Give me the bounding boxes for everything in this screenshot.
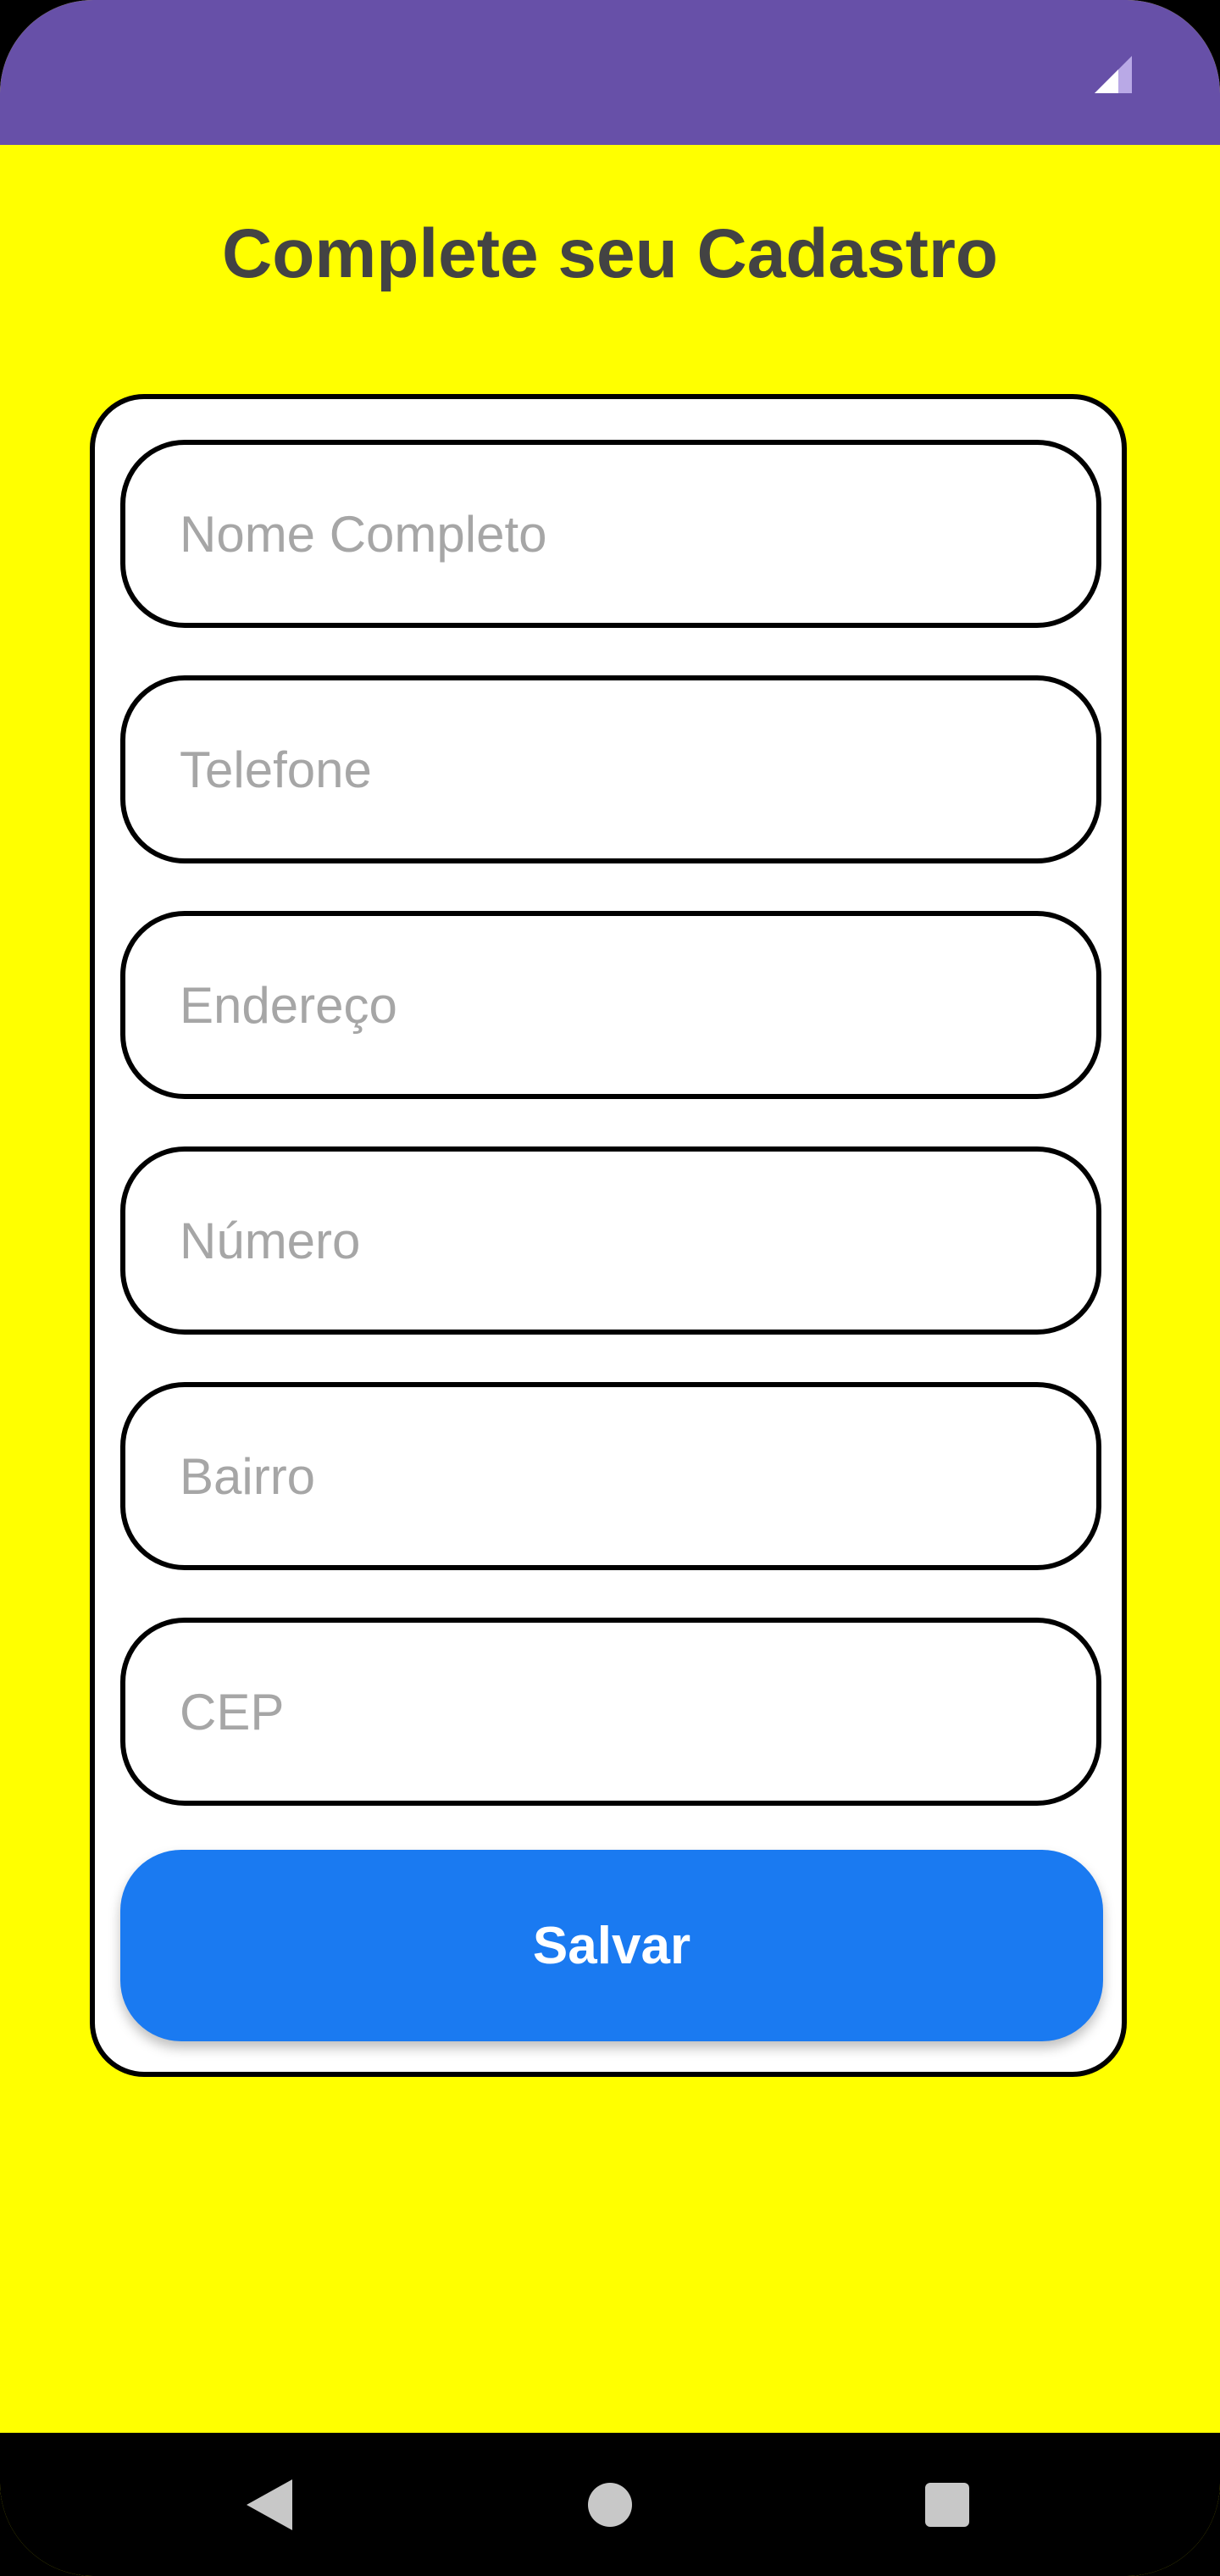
number-input[interactable] xyxy=(180,1211,1096,1270)
neighborhood-input[interactable] xyxy=(180,1446,1096,1506)
back-icon xyxy=(247,2479,292,2530)
phone-screen: Complete seu Cadastro Salvar xyxy=(0,0,1220,2576)
full-name-field[interactable] xyxy=(120,440,1101,628)
full-name-input[interactable] xyxy=(180,504,1096,564)
recents-icon xyxy=(925,2482,969,2527)
zip-code-field[interactable] xyxy=(120,1618,1101,1806)
home-button[interactable] xyxy=(525,2433,695,2576)
navigation-bar xyxy=(0,2433,1220,2576)
status-bar xyxy=(0,0,1220,145)
home-icon xyxy=(588,2482,632,2527)
recents-button[interactable] xyxy=(862,2433,1032,2576)
page-title: Complete seu Cadastro xyxy=(222,215,998,292)
save-button[interactable]: Salvar xyxy=(120,1850,1103,2041)
phone-field[interactable] xyxy=(120,675,1101,863)
neighborhood-field[interactable] xyxy=(120,1382,1101,1570)
phone-input[interactable] xyxy=(180,740,1096,799)
signal-icon xyxy=(1095,56,1132,93)
address-field[interactable] xyxy=(120,911,1101,1099)
registration-form-card: Salvar xyxy=(90,394,1127,2077)
back-button[interactable] xyxy=(185,2433,354,2576)
number-field[interactable] xyxy=(120,1146,1101,1335)
main-content: Complete seu Cadastro Salvar xyxy=(0,145,1220,2433)
address-input[interactable] xyxy=(180,975,1096,1035)
zip-code-input[interactable] xyxy=(180,1682,1096,1741)
